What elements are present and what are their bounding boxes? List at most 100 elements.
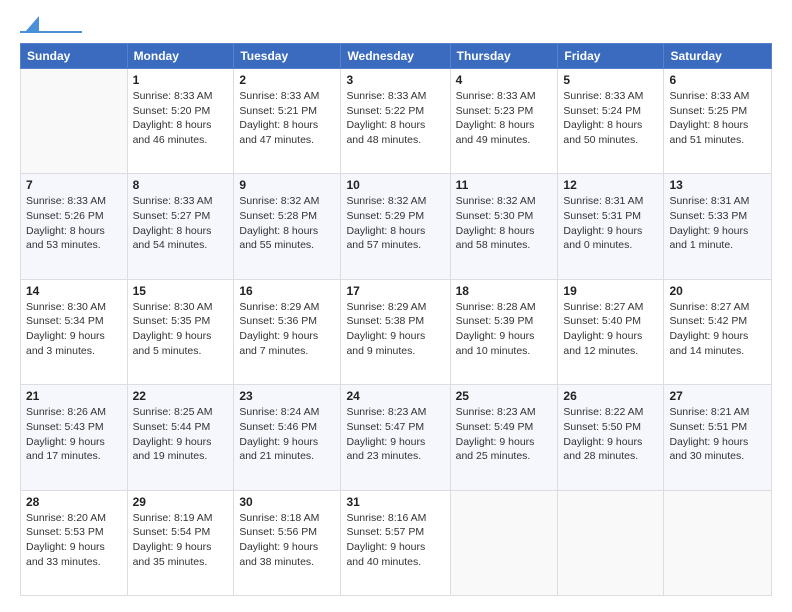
daylight-text: Daylight: 8 hours and 49 minutes. — [456, 119, 535, 146]
day-info: Sunrise: 8:23 AM Sunset: 5:47 PM Dayligh… — [346, 405, 444, 464]
sunrise-text: Sunrise: 8:33 AM — [26, 195, 106, 207]
day-number: 10 — [346, 178, 444, 192]
table-row: 15 Sunrise: 8:30 AM Sunset: 5:35 PM Dayl… — [127, 279, 234, 384]
day-info: Sunrise: 8:33 AM Sunset: 5:27 PM Dayligh… — [133, 194, 229, 253]
sunset-text: Sunset: 5:21 PM — [239, 105, 317, 117]
sunrise-text: Sunrise: 8:31 AM — [669, 195, 749, 207]
table-row: 6 Sunrise: 8:33 AM Sunset: 5:25 PM Dayli… — [664, 69, 772, 174]
sunrise-text: Sunrise: 8:33 AM — [133, 195, 213, 207]
day-info: Sunrise: 8:29 AM Sunset: 5:38 PM Dayligh… — [346, 300, 444, 359]
day-info: Sunrise: 8:33 AM Sunset: 5:23 PM Dayligh… — [456, 89, 553, 148]
day-info: Sunrise: 8:29 AM Sunset: 5:36 PM Dayligh… — [239, 300, 335, 359]
col-monday: Monday — [127, 44, 234, 69]
table-row: 30 Sunrise: 8:18 AM Sunset: 5:56 PM Dayl… — [234, 490, 341, 595]
day-number: 27 — [669, 389, 766, 403]
sunset-text: Sunset: 5:36 PM — [239, 315, 317, 327]
sunrise-text: Sunrise: 8:19 AM — [133, 512, 213, 524]
day-number: 8 — [133, 178, 229, 192]
table-row: 28 Sunrise: 8:20 AM Sunset: 5:53 PM Dayl… — [21, 490, 128, 595]
day-number: 22 — [133, 389, 229, 403]
day-number: 23 — [239, 389, 335, 403]
daylight-text: Daylight: 9 hours and 1 minute. — [669, 225, 748, 252]
day-info: Sunrise: 8:30 AM Sunset: 5:34 PM Dayligh… — [26, 300, 122, 359]
col-thursday: Thursday — [450, 44, 558, 69]
day-info: Sunrise: 8:19 AM Sunset: 5:54 PM Dayligh… — [133, 511, 229, 570]
day-number: 12 — [563, 178, 658, 192]
table-row: 18 Sunrise: 8:28 AM Sunset: 5:39 PM Dayl… — [450, 279, 558, 384]
sunset-text: Sunset: 5:43 PM — [26, 421, 104, 433]
sunrise-text: Sunrise: 8:25 AM — [133, 406, 213, 418]
table-row: 10 Sunrise: 8:32 AM Sunset: 5:29 PM Dayl… — [341, 174, 450, 279]
day-info: Sunrise: 8:26 AM Sunset: 5:43 PM Dayligh… — [26, 405, 122, 464]
sunset-text: Sunset: 5:30 PM — [456, 210, 534, 222]
day-number: 13 — [669, 178, 766, 192]
table-row: 5 Sunrise: 8:33 AM Sunset: 5:24 PM Dayli… — [558, 69, 664, 174]
daylight-text: Daylight: 9 hours and 12 minutes. — [563, 330, 642, 357]
day-number: 9 — [239, 178, 335, 192]
sunrise-text: Sunrise: 8:33 AM — [669, 90, 749, 102]
day-number: 28 — [26, 495, 122, 509]
table-row: 31 Sunrise: 8:16 AM Sunset: 5:57 PM Dayl… — [341, 490, 450, 595]
sunrise-text: Sunrise: 8:33 AM — [346, 90, 426, 102]
day-info: Sunrise: 8:21 AM Sunset: 5:51 PM Dayligh… — [669, 405, 766, 464]
sunset-text: Sunset: 5:22 PM — [346, 105, 424, 117]
sunset-text: Sunset: 5:23 PM — [456, 105, 534, 117]
sunrise-text: Sunrise: 8:32 AM — [346, 195, 426, 207]
daylight-text: Daylight: 8 hours and 55 minutes. — [239, 225, 318, 252]
sunrise-text: Sunrise: 8:33 AM — [133, 90, 213, 102]
sunset-text: Sunset: 5:35 PM — [133, 315, 211, 327]
day-number: 4 — [456, 73, 553, 87]
day-number: 25 — [456, 389, 553, 403]
sunrise-text: Sunrise: 8:23 AM — [346, 406, 426, 418]
day-info: Sunrise: 8:23 AM Sunset: 5:49 PM Dayligh… — [456, 405, 553, 464]
daylight-text: Daylight: 9 hours and 14 minutes. — [669, 330, 748, 357]
sunrise-text: Sunrise: 8:29 AM — [239, 301, 319, 313]
daylight-text: Daylight: 8 hours and 50 minutes. — [563, 119, 642, 146]
day-number: 2 — [239, 73, 335, 87]
calendar-week-row: 7 Sunrise: 8:33 AM Sunset: 5:26 PM Dayli… — [21, 174, 772, 279]
sunrise-text: Sunrise: 8:28 AM — [456, 301, 536, 313]
sunset-text: Sunset: 5:27 PM — [133, 210, 211, 222]
sunrise-text: Sunrise: 8:27 AM — [563, 301, 643, 313]
calendar-week-row: 28 Sunrise: 8:20 AM Sunset: 5:53 PM Dayl… — [21, 490, 772, 595]
daylight-text: Daylight: 8 hours and 57 minutes. — [346, 225, 425, 252]
day-number: 19 — [563, 284, 658, 298]
daylight-text: Daylight: 9 hours and 25 minutes. — [456, 436, 535, 463]
daylight-text: Daylight: 9 hours and 21 minutes. — [239, 436, 318, 463]
sunset-text: Sunset: 5:57 PM — [346, 526, 424, 538]
daylight-text: Daylight: 9 hours and 3 minutes. — [26, 330, 105, 357]
sunset-text: Sunset: 5:20 PM — [133, 105, 211, 117]
col-tuesday: Tuesday — [234, 44, 341, 69]
table-row: 11 Sunrise: 8:32 AM Sunset: 5:30 PM Dayl… — [450, 174, 558, 279]
header — [20, 16, 772, 33]
table-row: 14 Sunrise: 8:30 AM Sunset: 5:34 PM Dayl… — [21, 279, 128, 384]
sunset-text: Sunset: 5:31 PM — [563, 210, 641, 222]
sunset-text: Sunset: 5:26 PM — [26, 210, 104, 222]
table-row: 7 Sunrise: 8:33 AM Sunset: 5:26 PM Dayli… — [21, 174, 128, 279]
daylight-text: Daylight: 9 hours and 9 minutes. — [346, 330, 425, 357]
daylight-text: Daylight: 9 hours and 28 minutes. — [563, 436, 642, 463]
table-row: 25 Sunrise: 8:23 AM Sunset: 5:49 PM Dayl… — [450, 385, 558, 490]
day-number: 5 — [563, 73, 658, 87]
day-info: Sunrise: 8:28 AM Sunset: 5:39 PM Dayligh… — [456, 300, 553, 359]
sunset-text: Sunset: 5:49 PM — [456, 421, 534, 433]
daylight-text: Daylight: 9 hours and 17 minutes. — [26, 436, 105, 463]
sunset-text: Sunset: 5:50 PM — [563, 421, 641, 433]
sunrise-text: Sunrise: 8:33 AM — [456, 90, 536, 102]
table-row — [558, 490, 664, 595]
calendar-week-row: 1 Sunrise: 8:33 AM Sunset: 5:20 PM Dayli… — [21, 69, 772, 174]
table-row: 8 Sunrise: 8:33 AM Sunset: 5:27 PM Dayli… — [127, 174, 234, 279]
day-number: 29 — [133, 495, 229, 509]
calendar-table: Sunday Monday Tuesday Wednesday Thursday… — [20, 43, 772, 596]
day-info: Sunrise: 8:32 AM Sunset: 5:29 PM Dayligh… — [346, 194, 444, 253]
sunset-text: Sunset: 5:53 PM — [26, 526, 104, 538]
day-info: Sunrise: 8:33 AM Sunset: 5:21 PM Dayligh… — [239, 89, 335, 148]
table-row: 2 Sunrise: 8:33 AM Sunset: 5:21 PM Dayli… — [234, 69, 341, 174]
day-number: 3 — [346, 73, 444, 87]
sunset-text: Sunset: 5:44 PM — [133, 421, 211, 433]
day-number: 7 — [26, 178, 122, 192]
sunrise-text: Sunrise: 8:27 AM — [669, 301, 749, 313]
day-info: Sunrise: 8:30 AM Sunset: 5:35 PM Dayligh… — [133, 300, 229, 359]
table-row: 24 Sunrise: 8:23 AM Sunset: 5:47 PM Dayl… — [341, 385, 450, 490]
sunrise-text: Sunrise: 8:33 AM — [239, 90, 319, 102]
